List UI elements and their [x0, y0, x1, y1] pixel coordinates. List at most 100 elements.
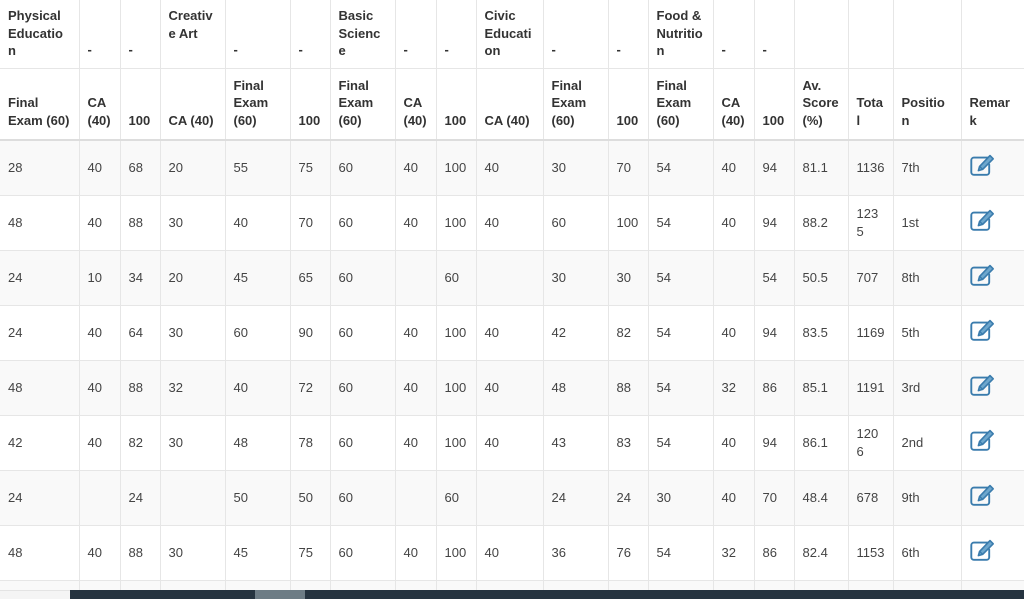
cell-r8-c11: 100 [607, 580, 648, 590]
cell-r1-c15: 88.2 [793, 195, 848, 251]
cell-r1-c1: 40 [78, 195, 120, 251]
table-row: 24 40 64 30 60 90 60 40 100 40 42 82 54 40 94 83.5 1169 5… [0, 305, 1024, 361]
cell-r7-c7: 40 [394, 525, 436, 581]
table-scroll-viewport[interactable]: Physical Education - - Creative Art - - … [0, 0, 1024, 590]
metric-header-cell-18: Remark [960, 68, 1024, 142]
metric-header-cell-7: CA (40) [394, 68, 436, 142]
cell-r3-c14: 94 [753, 305, 794, 361]
cell-r6-c1 [78, 470, 120, 526]
cell-r8-c6: 60 [329, 580, 395, 590]
cell-r0-c8: 100 [435, 140, 476, 196]
cell-r6-c17: 9th [892, 470, 961, 526]
cell-r7-c12: 54 [647, 525, 713, 581]
horizontal-scrollbar[interactable] [0, 590, 1024, 599]
cell-r8-c1: 40 [78, 580, 120, 590]
cell-r8-c12: 54 [647, 580, 713, 590]
subject-header-cell-14: - [753, 0, 794, 69]
cell-r8-c9: 40 [475, 580, 543, 590]
cell-r7-c4: 45 [224, 525, 290, 581]
edit-pencil-square-icon[interactable] [969, 208, 996, 234]
cell-r8-c5: 68 [289, 580, 330, 590]
cell-r3-c15: 83.5 [793, 305, 848, 361]
cell-r6-c9 [475, 470, 543, 526]
cell-r5-c5: 78 [289, 415, 330, 471]
cell-r4-c12: 54 [647, 360, 713, 416]
cell-r3-c13: 40 [712, 305, 754, 361]
cell-r6-c5: 50 [289, 470, 330, 526]
edit-pencil-square-icon[interactable] [969, 538, 996, 564]
cell-r8-c2: 70 [119, 580, 160, 590]
cell-r3-c12: 54 [647, 305, 713, 361]
cell-r1-c6: 60 [329, 195, 395, 251]
metric-header-cell-10: Final Exam (60) [542, 68, 608, 142]
cell-r4-c4: 40 [224, 360, 290, 416]
cell-r2-c8: 60 [435, 250, 476, 306]
cell-r5-c1: 40 [78, 415, 120, 471]
cell-r8-c0: 30 [0, 580, 79, 590]
metric-header-cell-11: 100 [607, 68, 648, 142]
cell-r5-c11: 83 [607, 415, 648, 471]
horizontal-scrollbar-track[interactable] [70, 590, 1024, 599]
cell-r0-c15: 81.1 [793, 140, 848, 196]
cell-r6-c11: 24 [607, 470, 648, 526]
cell-r2-c9 [475, 250, 543, 306]
cell-r6-c13: 40 [712, 470, 754, 526]
table-row: 48 40 88 30 40 70 60 40 100 40 60 100 54 40 94 88.2 1235… [0, 195, 1024, 251]
metric-header-cell-3: CA (40) [159, 68, 225, 142]
subject-header-cell-2: - [119, 0, 160, 69]
cell-r2-c12: 54 [647, 250, 713, 306]
edit-pencil-square-icon[interactable] [969, 483, 996, 509]
cell-r3-c9: 40 [475, 305, 543, 361]
cell-r7-c11: 76 [607, 525, 648, 581]
metric-header-cell-17: Position [892, 68, 961, 142]
cell-r3-c1: 40 [78, 305, 120, 361]
edit-pencil-square-icon[interactable] [969, 263, 996, 289]
cell-r8-c16: 1176 [847, 580, 893, 590]
cell-r5-c0: 42 [0, 415, 79, 471]
cell-r5-c10: 43 [542, 415, 608, 471]
metric-header-cell-2: 100 [119, 68, 160, 142]
edit-pencil-square-icon[interactable] [969, 373, 996, 399]
cell-r5-c6: 60 [329, 415, 395, 471]
edit-pencil-square-icon[interactable] [969, 428, 996, 454]
metric-header-cell-6: Final Exam (60) [329, 68, 395, 142]
cell-r2-c3: 20 [159, 250, 225, 306]
cell-r0-c5: 75 [289, 140, 330, 196]
cell-r0-c14: 94 [753, 140, 794, 196]
metric-header-row: Final Exam (60) CA (40) 100 CA (40) Fina… [0, 68, 1024, 142]
cell-r7-c6: 60 [329, 525, 395, 581]
cell-r2-c14: 54 [753, 250, 794, 306]
cell-r3-c8: 100 [435, 305, 476, 361]
cell-r7-c13: 32 [712, 525, 754, 581]
cell-r3-c10: 42 [542, 305, 608, 361]
cell-r3-c11: 82 [607, 305, 648, 361]
cell-r2-c13 [712, 250, 754, 306]
cell-r3-c7: 40 [394, 305, 436, 361]
cell-r3-c4: 60 [224, 305, 290, 361]
scrollbar-left-gap [0, 590, 70, 599]
cell-r8-c13: 40 [712, 580, 754, 590]
horizontal-scrollbar-thumb[interactable] [255, 590, 305, 599]
cell-r0-c0: 28 [0, 140, 79, 196]
cell-r7-c2: 88 [119, 525, 160, 581]
cell-r3-c0: 24 [0, 305, 79, 361]
edit-pencil-square-icon[interactable] [969, 153, 996, 179]
subject-header-cell-17 [892, 0, 961, 69]
cell-r7-c5: 75 [289, 525, 330, 581]
cell-r4-c5: 72 [289, 360, 330, 416]
edit-pencil-square-icon[interactable] [969, 318, 996, 344]
table-row: 24 10 34 20 45 65 60 60 30 30 54 54 50.5 707 8th [0, 250, 1024, 306]
cell-r5-c14: 94 [753, 415, 794, 471]
cell-r6-c16: 678 [847, 470, 893, 526]
cell-r0-c11: 70 [607, 140, 648, 196]
subject-header-cell-1: - [78, 0, 120, 69]
cell-r2-c5: 65 [289, 250, 330, 306]
remark-cell [960, 195, 1024, 251]
cell-r8-c15: 84.0 [793, 580, 848, 590]
cell-r1-c11: 100 [607, 195, 648, 251]
cell-r2-c4: 45 [224, 250, 290, 306]
remark-cell [960, 415, 1024, 471]
cell-r0-c10: 30 [542, 140, 608, 196]
cell-r0-c7: 40 [394, 140, 436, 196]
cell-r8-c10: 60 [542, 580, 608, 590]
